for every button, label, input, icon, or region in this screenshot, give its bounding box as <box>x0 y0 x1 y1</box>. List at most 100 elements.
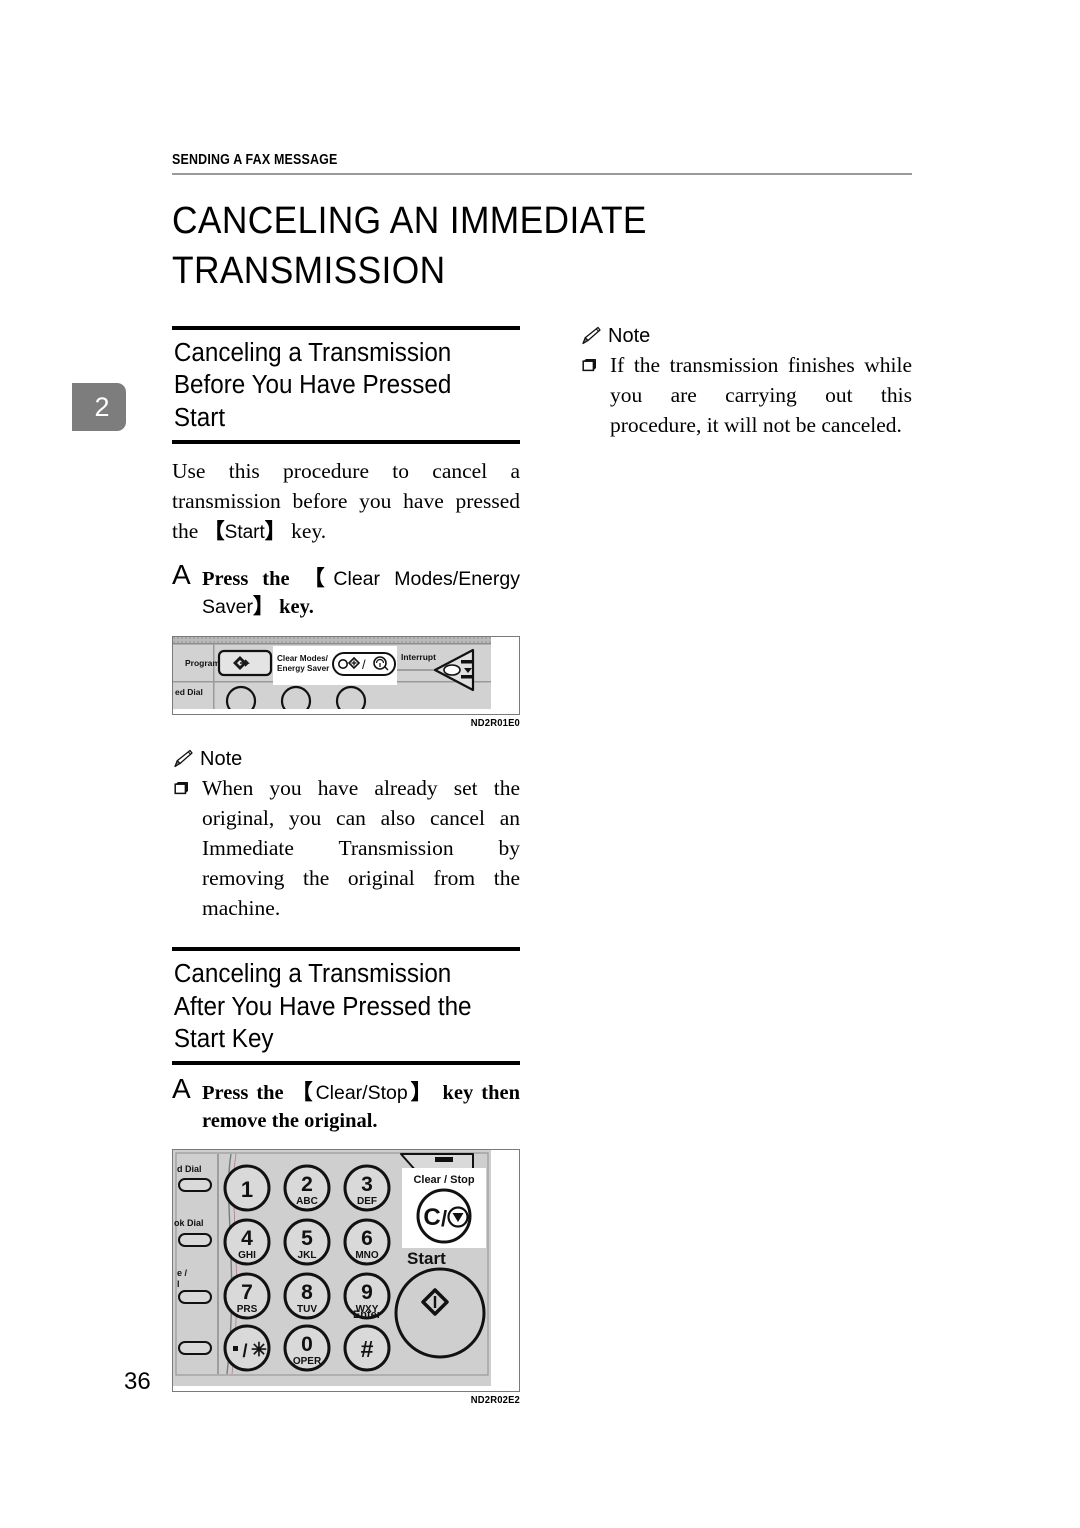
svg-text:✳: ✳ <box>251 1340 267 1361</box>
svg-text:1: 1 <box>241 1177 253 1202</box>
step-2: A Press the 【Clear/Stop】 key then remove … <box>172 1075 520 1135</box>
figure-code: ND2R02E2 <box>470 1394 520 1407</box>
svg-text:/: / <box>441 1206 447 1231</box>
keycap-close-bracket: 】 <box>407 1081 435 1105</box>
program-label: Program <box>185 658 220 668</box>
start-key <box>394 1267 486 1359</box>
speed-dial-label: ed Dial <box>175 687 203 697</box>
svg-text:5: 5 <box>301 1227 313 1250</box>
svg-text:7: 7 <box>241 1281 253 1304</box>
svg-text:/: / <box>362 657 366 672</box>
key-5: 5 JKL <box>283 1218 331 1266</box>
running-header-text: SENDING A FAX MESSAGE <box>172 152 338 168</box>
key-0: 0 OPER <box>283 1324 331 1372</box>
figure-frame: d Dial ok Dial e / l 1 2 ABC 3 DEF 4 GHI… <box>172 1149 520 1393</box>
note-item-text: When you have already set the original, … <box>202 775 520 921</box>
svg-text:/: / <box>242 1341 247 1361</box>
side-label-l: l <box>177 1279 180 1289</box>
side-label-speed-dial: d Dial <box>177 1164 202 1174</box>
svg-text:3: 3 <box>361 1173 373 1196</box>
section-rule-bottom <box>172 440 520 445</box>
keycap-close-bracket: 】 <box>264 520 286 544</box>
key-2: 2 ABC <box>283 1164 331 1212</box>
side-label-e: e / <box>177 1268 188 1278</box>
energy-saver-label: Energy Saver <box>277 664 330 673</box>
note-item: When you have already set the original, … <box>172 773 520 923</box>
pencil-icon <box>174 749 193 767</box>
running-header: SENDING A FAX MESSAGE <box>172 152 912 175</box>
svg-text:0: 0 <box>301 1333 313 1356</box>
clear-modes-energy-saver-key: / <box>332 651 396 676</box>
note-heading: Note <box>172 749 520 769</box>
key-8: 8 TUV <box>283 1272 331 1320</box>
svg-text:DEF: DEF <box>357 1196 377 1207</box>
program-button <box>217 649 273 676</box>
control-panel-illustration: Program Clear Modes/ Energy Saver / Inte… <box>173 636 491 716</box>
keypad-illustration: d Dial ok Dial e / l 1 2 ABC 3 DEF 4 GHI… <box>173 1150 491 1387</box>
step-text-before: Press the <box>202 1082 292 1105</box>
header-rule <box>172 173 912 175</box>
chapter-tab: 2 <box>72 383 126 431</box>
svg-text:TUV: TUV <box>297 1304 317 1315</box>
numeric-keys-row <box>225 685 367 716</box>
section-heading-2: Canceling a Transmission After You Have … <box>172 947 520 1066</box>
svg-text:ABC: ABC <box>296 1196 318 1207</box>
key-asterisk: / ✳ <box>223 1324 271 1372</box>
section-heading-1: Canceling a Transmission Before You Have… <box>172 326 520 445</box>
key-3: 3 DEF <box>343 1164 391 1212</box>
keycap-close-bracket: 】 <box>252 595 274 619</box>
start-label: Start <box>407 1249 446 1268</box>
svg-text:GHI: GHI <box>238 1250 256 1261</box>
key-1: 1 <box>223 1164 271 1212</box>
clear-stop-key: C / <box>416 1188 472 1244</box>
note-heading: Note <box>580 326 912 346</box>
note-block-right: Note If the transmission finishes while … <box>580 326 912 440</box>
svg-text:#: # <box>361 1336 374 1362</box>
side-label-book-dial: ok Dial <box>174 1218 204 1228</box>
intro-paragraph: Use this procedure to cancel a transmiss… <box>172 456 520 547</box>
keycap-open-bracket: 【 <box>303 566 334 590</box>
keycap-open-bracket: 【 <box>203 520 225 544</box>
right-column: Note If the transmission finishes while … <box>580 326 912 440</box>
key-6: 6 MNO <box>343 1218 391 1266</box>
intro-key-label: Start <box>224 522 265 544</box>
intro-text-after: key. <box>285 519 327 544</box>
step-key-label: Clear/Stop <box>315 1082 408 1105</box>
step-1: A Press the 【Clear Modes/Energy Saver】 ke… <box>172 560 520 622</box>
key-7: 7 PRS <box>223 1272 271 1320</box>
note-heading-text: Note <box>608 325 651 347</box>
section-title-2: Canceling a Transmission After You Have … <box>173 960 472 1054</box>
section-title-1: Canceling a Transmission Before You Have… <box>173 339 452 432</box>
key-4: 4 GHI <box>223 1218 271 1266</box>
keycap-open-bracket: 【 <box>291 1081 316 1105</box>
svg-text:9: 9 <box>361 1281 373 1304</box>
left-column: Canceling a Transmission Before You Have… <box>172 326 520 1406</box>
chapter-tab-number: 2 <box>94 391 110 422</box>
svg-text:6: 6 <box>361 1227 373 1250</box>
key-hash: # <box>343 1324 391 1372</box>
interrupt-label: Interrupt <box>401 652 436 662</box>
svg-text:4: 4 <box>241 1227 253 1250</box>
figure-control-panel: Program Clear Modes/ Energy Saver / Inte… <box>172 635 520 729</box>
svg-text:PRS: PRS <box>237 1304 258 1315</box>
clear-modes-label: Clear Modes/ <box>277 654 329 663</box>
svg-text:MNO: MNO <box>355 1250 379 1261</box>
step-text-after: key. <box>273 596 314 619</box>
note-heading-text: Note <box>200 747 243 770</box>
figure-keypad: d Dial ok Dial e / l 1 2 ABC 3 DEF 4 GHI… <box>172 1149 520 1406</box>
note-block-left: Note When you have already set the origi… <box>172 749 520 923</box>
enter-label: Enter <box>353 1309 382 1321</box>
square-bullet-icon <box>174 781 188 794</box>
svg-text:JKL: JKL <box>298 1250 317 1261</box>
page-title: CANCELING AN IMMEDIATE TRANSMISSION <box>172 200 647 293</box>
figure-code: ND2R01E0 <box>470 716 520 729</box>
svg-text:C: C <box>423 1204 440 1231</box>
step-text-before: Press the <box>202 567 304 590</box>
page-number: 36 <box>124 1368 151 1395</box>
note-item: If the transmission finishes while you a… <box>580 350 912 440</box>
section-rule-bottom <box>172 1061 520 1066</box>
note-item-text: If the transmission finishes while you a… <box>610 353 912 438</box>
svg-text:8: 8 <box>301 1281 313 1304</box>
step-marker: A <box>172 558 191 590</box>
clear-stop-label: Clear / Stop <box>413 1174 474 1186</box>
